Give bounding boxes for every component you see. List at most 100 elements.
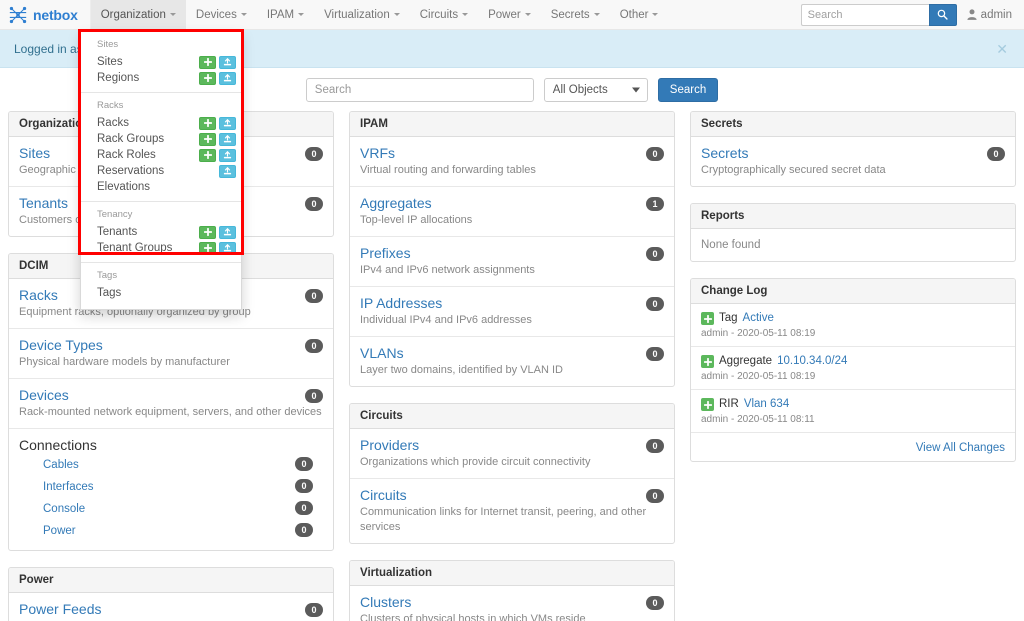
list-item[interactable]: IP Addresses Individual IPv4 and IPv6 ad…	[350, 287, 674, 337]
dropdown-item-rack-roles[interactable]: Rack Roles	[81, 147, 241, 163]
navbar-search	[800, 3, 957, 26]
add-sites-button[interactable]	[199, 55, 216, 69]
dropdown-item-reservations[interactable]: Reservations	[81, 163, 241, 179]
import-rack-groups-button[interactable]	[219, 132, 236, 146]
changelog-entry-type: Aggregate	[719, 355, 773, 367]
panel-ipam: IPAM VRFs Virtual routing and forwarding…	[349, 111, 675, 387]
nav-item-organization[interactable]: Organization	[90, 0, 186, 29]
dropdown-item-racks[interactable]: Racks	[81, 115, 241, 131]
list-item-title[interactable]: Circuits	[360, 486, 664, 504]
dropdown-item-tenant-groups[interactable]: Tenant Groups	[81, 240, 241, 256]
nav-item-other[interactable]: Other	[610, 0, 669, 29]
list-item-title[interactable]: Providers	[360, 436, 664, 454]
add-rack-roles-button[interactable]	[199, 148, 216, 162]
dropdown-item-sites[interactable]: Sites	[81, 54, 241, 70]
list-item[interactable]: Devices Rack-mounted network equipment, …	[9, 379, 333, 429]
close-icon[interactable]: ✕	[996, 42, 1008, 56]
changelog-entry[interactable]: RIR Vlan 634 admin - 2020-05-11 08:11	[691, 390, 1015, 433]
dropdown-item-tenants[interactable]: Tenants	[81, 224, 241, 240]
sub-link-label[interactable]: Cables	[43, 459, 79, 471]
nav-item-label: Secrets	[550, 8, 590, 21]
list-item[interactable]: Aggregates Top-level IP allocations 1	[350, 187, 674, 237]
count-badge: 1	[646, 197, 664, 211]
nav-item-label: Power	[488, 8, 521, 21]
chevron-down-icon	[593, 13, 600, 16]
dropdown-item-tags[interactable]: Tags	[81, 285, 241, 301]
list-item-title[interactable]: Device Types	[19, 336, 323, 354]
list-item[interactable]: Prefixes IPv4 and IPv6 network assignmen…	[350, 237, 674, 287]
dropdown-item-elevations[interactable]: Elevations	[81, 179, 241, 195]
count-badge: 0	[305, 197, 323, 211]
list-item-title[interactable]: Clusters	[360, 593, 664, 611]
list-item[interactable]: Circuits Communication links for Interne…	[350, 479, 674, 543]
changelog-footer: View All Changes	[691, 433, 1015, 461]
import-reservations-button[interactable]	[219, 164, 236, 178]
changelog-entry-object[interactable]: Active	[743, 311, 774, 326]
list-item-title[interactable]: IP Addresses	[360, 294, 664, 312]
dropdown-item-label: Regions	[97, 72, 140, 84]
sub-link-label[interactable]: Interfaces	[43, 481, 94, 493]
nav-item-secrets[interactable]: Secrets	[541, 0, 610, 29]
navbar-search-button[interactable]	[928, 3, 957, 26]
search-input[interactable]	[305, 78, 534, 102]
dropdown-item-regions[interactable]: Regions	[81, 70, 241, 86]
import-tenants-button[interactable]	[219, 225, 236, 239]
list-item-title[interactable]: Devices	[19, 386, 323, 404]
add-rack-groups-button[interactable]	[199, 132, 216, 146]
brand-logo-link[interactable]: netbox	[0, 0, 91, 29]
import-sites-button[interactable]	[219, 55, 236, 69]
dropdown-item-label: Racks	[97, 117, 129, 129]
panel-changelog: Change Log Tag Active admin - 2020-05-11…	[690, 278, 1016, 462]
object-type-select[interactable]: All Objects	[543, 78, 648, 102]
connections-link-console[interactable]: Console 0	[19, 498, 323, 520]
add-tenants-button[interactable]	[199, 225, 216, 239]
list-item[interactable]: Device Types Physical hardware models by…	[9, 329, 333, 379]
dropdown-item-label: Elevations	[97, 181, 151, 193]
list-item-title[interactable]: Power Feeds	[19, 600, 323, 618]
import-icon	[223, 58, 232, 66]
changelog-entry[interactable]: Tag Active admin - 2020-05-11 08:19	[691, 304, 1015, 347]
sub-link-label[interactable]: Power	[43, 525, 76, 537]
list-item-title[interactable]: VRFs	[360, 144, 664, 162]
panel-list: Secrets Cryptographically secured secret…	[691, 137, 1015, 186]
dropdown-item-label: Tenant Groups	[97, 242, 173, 254]
dropdown-item-rack-groups[interactable]: Rack Groups	[81, 131, 241, 147]
import-tenant-groups-button[interactable]	[219, 241, 236, 255]
navbar-search-input[interactable]	[800, 3, 929, 26]
list-item[interactable]: Providers Organizations which provide ci…	[350, 429, 674, 479]
list-item-desc: Individual IPv4 and IPv6 addresses	[360, 314, 532, 326]
list-item-title[interactable]: VLANs	[360, 344, 664, 362]
search-button[interactable]: Search	[657, 78, 719, 102]
add-tenant-groups-button[interactable]	[199, 241, 216, 255]
sub-link-label[interactable]: Console	[43, 503, 85, 515]
count-badge: 0	[646, 347, 664, 361]
connections-link-power[interactable]: Power 0	[19, 520, 323, 542]
nav-item-circuits[interactable]: Circuits	[410, 0, 478, 29]
changelog-entry-object[interactable]: Vlan 634	[744, 397, 789, 412]
dropdown-group-header-racks: Racks	[97, 100, 124, 111]
add-racks-button[interactable]	[199, 116, 216, 130]
changelog-entry-object[interactable]: 10.10.34.0/24	[777, 354, 847, 369]
nav-item-devices[interactable]: Devices	[186, 0, 257, 29]
list-item[interactable]: Clusters Clusters of physical hosts in w…	[350, 586, 674, 621]
dropdown-group-header-tenancy: Tenancy	[97, 209, 133, 220]
list-item[interactable]: Power Feeds Electrical circuits deliveri…	[9, 593, 333, 621]
import-regions-button[interactable]	[219, 71, 236, 85]
user-menu[interactable]: admin	[967, 9, 1016, 21]
list-item-title[interactable]: Secrets	[701, 144, 1005, 162]
list-item[interactable]: Secrets Cryptographically secured secret…	[691, 137, 1015, 186]
connections-link-interfaces[interactable]: Interfaces 0	[19, 476, 323, 498]
add-regions-button[interactable]	[199, 71, 216, 85]
list-item-title[interactable]: Aggregates	[360, 194, 664, 212]
list-item-title[interactable]: Prefixes	[360, 244, 664, 262]
import-rack-roles-button[interactable]	[219, 148, 236, 162]
nav-item-power[interactable]: Power	[478, 0, 541, 29]
list-item[interactable]: VRFs Virtual routing and forwarding tabl…	[350, 137, 674, 187]
list-item[interactable]: VLANs Layer two domains, identified by V…	[350, 337, 674, 386]
view-all-changes-link[interactable]: View All Changes	[916, 442, 1005, 454]
import-racks-button[interactable]	[219, 116, 236, 130]
changelog-entry[interactable]: Aggregate 10.10.34.0/24 admin - 2020-05-…	[691, 347, 1015, 390]
nav-item-virtualization[interactable]: Virtualization	[314, 0, 410, 29]
connections-link-cables[interactable]: Cables 0	[19, 454, 323, 476]
nav-item-ipam[interactable]: IPAM	[257, 0, 314, 29]
